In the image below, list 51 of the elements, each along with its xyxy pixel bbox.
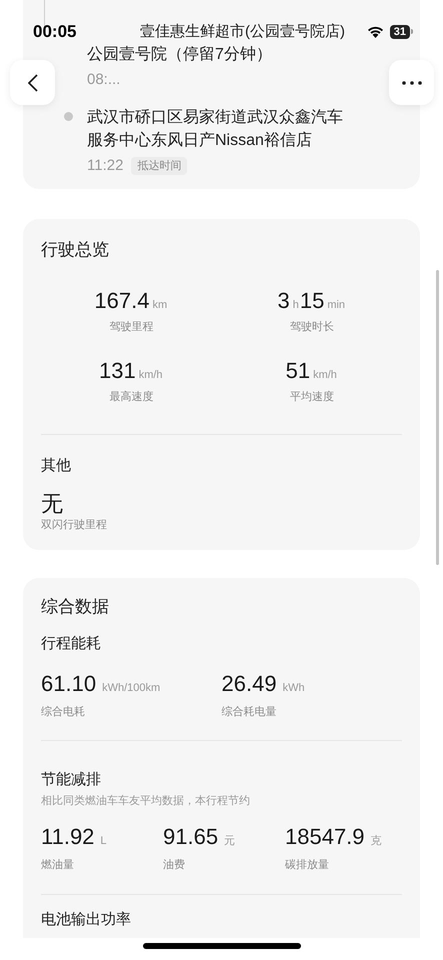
- wifi-icon: [366, 25, 384, 38]
- stat-unit: km/h: [138, 368, 163, 383]
- stat-unit: h: [292, 298, 299, 312]
- stat-label: 油费: [163, 858, 186, 873]
- stat-unit: kWh/100km: [102, 680, 160, 696]
- section-subtitle: 电池输出功率: [41, 910, 132, 930]
- stat-label: 双闪行驶里程: [41, 518, 108, 533]
- stat-value: 3: [277, 286, 290, 314]
- section-subtitle: 行程能耗: [41, 634, 102, 654]
- stat-value: 167.4: [94, 286, 150, 314]
- stat-label: 燃油量: [41, 858, 75, 873]
- arrival-time: 11:22: [87, 156, 124, 176]
- more-button[interactable]: [389, 60, 434, 105]
- stat-label: 碳排放量: [285, 858, 330, 873]
- stat-unit: km/h: [313, 368, 337, 383]
- stat-value: 无: [41, 491, 64, 517]
- back-icon: [28, 74, 38, 92]
- arrival-time: 08:...: [87, 70, 120, 90]
- section-subtitle: 节能减排: [41, 770, 102, 790]
- stat-unit: 元: [224, 834, 236, 849]
- stat-unit: min: [327, 298, 346, 312]
- status-time: 00:05: [33, 21, 76, 43]
- stat-value: 26.49: [222, 670, 277, 698]
- stat-unit: 克: [370, 834, 382, 849]
- stat-value: 131: [98, 357, 136, 385]
- stat-value: 11.92: [41, 823, 94, 851]
- stat-label: 平均速度: [290, 390, 334, 405]
- stat-unit: L: [100, 834, 107, 849]
- stat-value: 61.10: [41, 670, 96, 698]
- more-icon: [402, 80, 422, 84]
- section-subtitle: 其他: [41, 456, 72, 476]
- stat-label: 最高速度: [109, 390, 154, 405]
- section-note: 相比同类燃油车车友平均数据，本行程节约: [41, 794, 251, 808]
- section-title: 综合数据: [41, 596, 110, 618]
- back-button[interactable]: [10, 60, 55, 105]
- stop-address: 壹佳惠生鲜超市(公园壹号院店): [140, 22, 345, 42]
- stat-value: 18547.9: [285, 823, 365, 851]
- stat-value: 51: [286, 357, 310, 385]
- time-tag: 抵达时间: [131, 156, 188, 175]
- stop-address: 公园壹号院（停留7分钟）: [87, 44, 272, 65]
- stat-value: 91.65: [163, 823, 218, 851]
- stat-label: 驾驶时长: [290, 320, 334, 334]
- stop-address: 武汉市硚口区易家街道武汉众鑫汽车: [87, 108, 343, 128]
- stat-unit: km: [152, 298, 168, 312]
- stop-address: 服务中心东风日产Nissan裕信店: [87, 130, 312, 150]
- stat-value: 15: [300, 286, 324, 314]
- section-title: 行驶总览: [41, 239, 110, 261]
- stat-unit: kWh: [282, 680, 305, 696]
- stat-label: 综合电耗: [41, 704, 86, 720]
- stat-label: 驾驶里程: [109, 320, 154, 334]
- stat-label: 综合耗电量: [222, 704, 278, 720]
